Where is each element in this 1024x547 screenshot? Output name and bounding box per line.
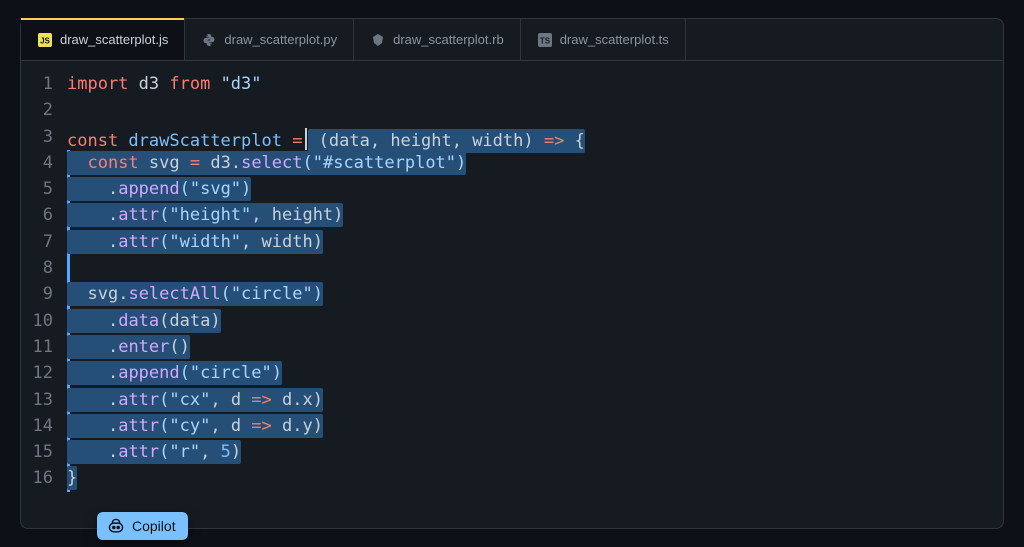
line-number: 4 — [21, 150, 53, 176]
tab-label: draw_scatterplot.py — [224, 32, 337, 47]
line-number: 3 — [21, 124, 53, 150]
line-number: 16 — [21, 465, 53, 491]
code-line[interactable]: const drawScatterplot = (data, height, w… — [67, 124, 1003, 150]
tab-js[interactable]: JS draw_scatterplot.js — [21, 19, 185, 60]
code-line[interactable]: .append("circle") — [67, 360, 1003, 386]
line-number: 6 — [21, 202, 53, 228]
line-number: 11 — [21, 334, 53, 360]
svg-text:TS: TS — [540, 36, 551, 45]
line-number: 15 — [21, 439, 53, 465]
code-line[interactable] — [67, 97, 1003, 123]
tab-py[interactable]: draw_scatterplot.py — [185, 19, 354, 60]
line-number: 12 — [21, 360, 53, 386]
copilot-label: Copilot — [132, 518, 176, 534]
tab-ts[interactable]: TS draw_scatterplot.ts — [521, 19, 686, 60]
line-number: 5 — [21, 176, 53, 202]
js-file-icon: JS — [37, 32, 53, 48]
line-number: 1 — [21, 71, 53, 97]
svg-text:JS: JS — [40, 36, 50, 45]
copilot-icon — [107, 518, 125, 534]
editor-window: JS draw_scatterplot.js draw_scatterplot.… — [20, 18, 1004, 529]
tab-label: draw_scatterplot.js — [60, 32, 168, 47]
code-line[interactable]: .attr("cx", d => d.x) — [67, 387, 1003, 413]
code-line[interactable]: const svg = d3.select("#scatterplot") — [67, 150, 1003, 176]
ts-file-icon: TS — [537, 32, 553, 48]
line-number-gutter: 1 2 3 4 5 6 7 8 9 10 11 12 13 14 15 16 — [21, 71, 67, 528]
py-file-icon — [201, 32, 217, 48]
line-number: 2 — [21, 97, 53, 123]
code-editor[interactable]: 1 2 3 4 5 6 7 8 9 10 11 12 13 14 15 16 i… — [21, 61, 1003, 528]
code-line[interactable] — [67, 255, 1003, 281]
code-line[interactable]: } — [67, 465, 1003, 491]
code-content[interactable]: import d3 from "d3" const drawScatterplo… — [67, 71, 1003, 528]
code-line[interactable]: .attr("r", 5) — [67, 439, 1003, 465]
line-number: 13 — [21, 387, 53, 413]
code-line[interactable]: .attr("width", width) — [67, 229, 1003, 255]
code-line[interactable]: .enter() — [67, 334, 1003, 360]
tab-label: draw_scatterplot.rb — [393, 32, 504, 47]
tab-label: draw_scatterplot.ts — [560, 32, 669, 47]
line-number: 8 — [21, 255, 53, 281]
line-number: 10 — [21, 308, 53, 334]
tab-rb[interactable]: draw_scatterplot.rb — [354, 19, 521, 60]
tab-bar: JS draw_scatterplot.js draw_scatterplot.… — [21, 19, 1003, 61]
copilot-button[interactable]: Copilot — [97, 512, 188, 540]
line-number: 9 — [21, 281, 53, 307]
rb-file-icon — [370, 32, 386, 48]
code-line[interactable]: import d3 from "d3" — [67, 71, 1003, 97]
code-line[interactable]: .attr("height", height) — [67, 202, 1003, 228]
code-line[interactable]: .append("svg") — [67, 176, 1003, 202]
line-number: 7 — [21, 229, 53, 255]
code-line[interactable]: .data(data) — [67, 308, 1003, 334]
code-line[interactable]: svg.selectAll("circle") — [67, 281, 1003, 307]
text-cursor — [305, 128, 307, 150]
line-number: 14 — [21, 413, 53, 439]
code-line[interactable]: .attr("cy", d => d.y) — [67, 413, 1003, 439]
